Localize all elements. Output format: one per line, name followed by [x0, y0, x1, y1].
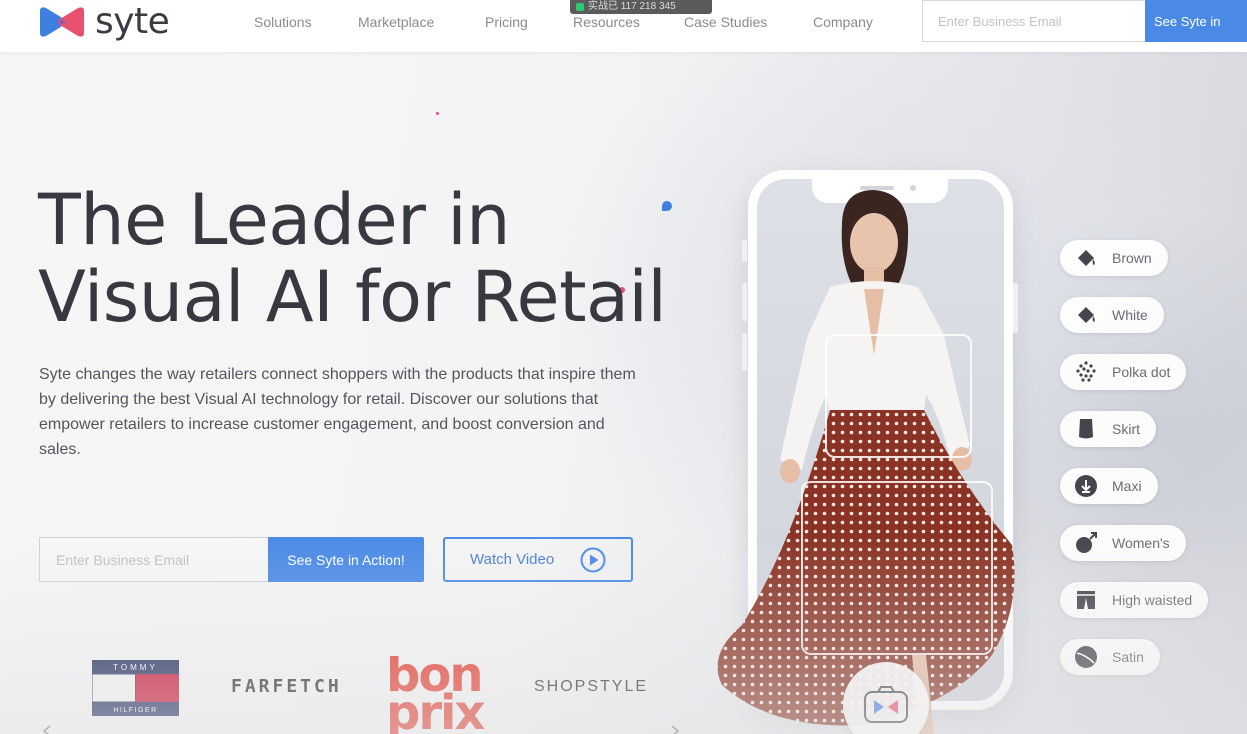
tag-skirt[interactable]: Skirt: [1060, 411, 1156, 447]
hero-description: Syte changes the way retailers connect s…: [39, 366, 636, 458]
tommy-bottom-text: HILFIGER: [113, 707, 157, 714]
polka-dot-icon: [1076, 361, 1096, 382]
carousel-next-icon[interactable]: [668, 724, 682, 734]
tag-label: Skirt: [1112, 421, 1140, 437]
detection-box-skirt[interactable]: [801, 481, 993, 655]
tag-brown[interactable]: Brown: [1060, 240, 1168, 276]
nav-pricing[interactable]: Pricing: [485, 14, 528, 30]
nav-marketplace[interactable]: Marketplace: [358, 14, 434, 30]
tag-label: Satin: [1112, 649, 1144, 665]
tag-label: Maxi: [1112, 478, 1142, 494]
tag-white[interactable]: White: [1060, 297, 1164, 333]
watch-video-button[interactable]: Watch Video: [443, 537, 633, 582]
camera-icon: [864, 686, 908, 723]
tommy-hilfiger-logo: TOMMY HILFIGER: [91, 660, 179, 716]
paint-bucket-icon: [1078, 307, 1095, 323]
nav-solutions[interactable]: Solutions: [254, 14, 312, 30]
tag-satin[interactable]: Satin: [1060, 639, 1160, 675]
nav-case-studies[interactable]: Case Studies: [684, 14, 767, 30]
tag-label: Polka dot: [1112, 364, 1171, 380]
tag-high-waisted[interactable]: High waisted: [1060, 582, 1209, 618]
bonprix-line-2: prix: [386, 685, 485, 734]
syte-logo[interactable]: syte: [38, 1, 170, 42]
nav-company[interactable]: Company: [813, 14, 873, 30]
detection-box-top[interactable]: [825, 334, 972, 458]
hero-title: The Leader in Visual AI for Retail: [38, 179, 667, 338]
tommy-top-text: TOMMY: [113, 663, 158, 672]
tag-label: Women's: [1112, 535, 1170, 551]
play-icon: [580, 547, 606, 573]
tag-womens[interactable]: Women's: [1060, 525, 1186, 561]
page-background: syte Solutions Marketplace Pricing Resou…: [0, 0, 1247, 734]
tag-label: White: [1112, 307, 1148, 323]
bonprix-logo: bon prix: [386, 656, 490, 734]
hero-title-line-2: Visual AI for Retail: [38, 256, 667, 338]
bonprix-line-1: bon: [386, 656, 484, 703]
carousel-prev-icon[interactable]: [40, 724, 54, 734]
tommy-hilfiger-flag-icon: TOMMY HILFIGER: [91, 660, 179, 716]
tag-label: Brown: [1112, 250, 1152, 266]
overlay-tooltip: 实战已 117 218 345: [570, 0, 712, 14]
nav-resources[interactable]: Resources: [573, 14, 640, 30]
paint-bucket-icon: [1078, 250, 1095, 266]
maxi-download-icon: [1075, 475, 1097, 497]
skirt-icon: [1079, 419, 1093, 439]
hero-email-input[interactable]: [39, 537, 269, 582]
logo-wordmark: syte: [95, 1, 170, 42]
satin-ball-icon: [1075, 646, 1097, 668]
tag-polka-dot[interactable]: Polka dot: [1060, 354, 1187, 390]
hero-title-line-1: The Leader in: [38, 179, 511, 261]
high-waist-icon: [1077, 591, 1095, 609]
farfetch-logo: FARFETCH: [231, 676, 342, 697]
top-navigation-bar: syte Solutions Marketplace Pricing Resou…: [0, 0, 1247, 52]
tag-maxi[interactable]: Maxi: [1060, 468, 1158, 504]
shopstyle-logo: SHOPSTYLE: [534, 678, 649, 695]
syte-logo-icon: [40, 7, 84, 37]
watch-video-label: Watch Video: [470, 551, 555, 568]
camera-search-button[interactable]: [843, 662, 929, 734]
see-syte-in-action-button[interactable]: See Syte in Action!: [268, 537, 424, 582]
female-symbol-icon: [1076, 532, 1097, 553]
header-cta-button[interactable]: See Syte in: [1145, 0, 1247, 42]
decorative-dot: [436, 112, 439, 115]
header-email-input[interactable]: [922, 0, 1146, 42]
tag-label: High waisted: [1112, 592, 1193, 608]
fashion-model-image: [717, 190, 1015, 734]
